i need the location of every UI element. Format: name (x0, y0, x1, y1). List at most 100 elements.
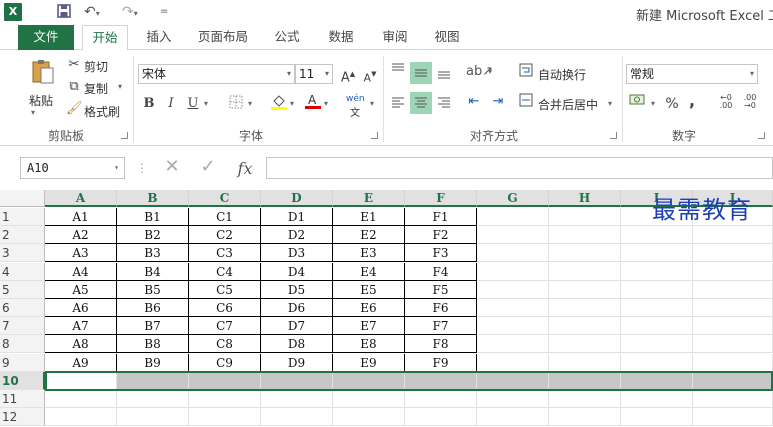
table-cell[interactable] (405, 371, 477, 390)
percent-button[interactable]: % (664, 95, 680, 113)
copy-icon[interactable]: ⧉ (66, 78, 82, 96)
table-cell[interactable] (621, 335, 693, 354)
table-cell[interactable]: E8 (333, 335, 405, 354)
table-cell[interactable]: F9 (405, 353, 477, 372)
bold-button[interactable]: B (142, 95, 156, 113)
table-cell[interactable]: F3 (405, 244, 477, 263)
table-cell[interactable] (477, 226, 549, 245)
table-cell[interactable] (693, 226, 773, 245)
table-cell[interactable]: A7 (45, 317, 117, 336)
increase-indent-icon[interactable]: ⇥ (488, 93, 508, 111)
table-cell[interactable]: D5 (261, 280, 333, 299)
column-header-e[interactable]: E (333, 190, 405, 207)
phonetic-icon[interactable]: wén (346, 94, 365, 104)
select-all-corner[interactable] (0, 190, 45, 207)
table-cell[interactable] (405, 408, 477, 427)
table-cell[interactable]: A6 (45, 299, 117, 317)
table-cell[interactable]: E1 (333, 208, 405, 226)
table-cell[interactable]: C8 (189, 335, 261, 354)
table-cell[interactable]: E4 (333, 262, 405, 281)
format-painter-icon[interactable]: 🖌 (66, 100, 83, 118)
table-cell[interactable] (621, 353, 693, 372)
table-cell[interactable]: D4 (261, 262, 333, 281)
copy-label[interactable]: 复制 (84, 80, 108, 97)
row-header[interactable]: 4 (0, 262, 45, 281)
border-dropdown-icon[interactable]: ▾ (248, 99, 252, 108)
font-name-select[interactable]: 宋体 ▾ (138, 64, 295, 84)
table-cell[interactable] (621, 408, 693, 427)
row-header[interactable]: 10 (0, 371, 45, 390)
column-header-c[interactable]: C (189, 190, 261, 207)
table-cell[interactable] (477, 280, 549, 299)
tab-data[interactable]: 数据 (322, 25, 360, 50)
cut-label[interactable]: 剪切 (84, 58, 108, 75)
underline-button[interactable]: U (186, 95, 200, 113)
decrease-font-icon[interactable]: A▼ (362, 65, 378, 87)
table-cell[interactable] (621, 371, 693, 390)
align-right-icon[interactable] (434, 92, 454, 114)
table-cell[interactable]: B5 (117, 280, 189, 299)
table-cell[interactable]: A8 (45, 335, 117, 354)
table-cell[interactable]: A2 (45, 226, 117, 245)
table-cell[interactable] (693, 335, 773, 354)
table-cell[interactable] (621, 280, 693, 299)
font-size-select[interactable]: 11 ▾ (295, 64, 333, 84)
table-cell[interactable] (693, 353, 773, 372)
table-cell[interactable]: B2 (117, 226, 189, 245)
phonetic-dropdown-icon[interactable]: ▾ (370, 99, 374, 108)
row-header[interactable]: 1 (0, 208, 45, 226)
table-cell[interactable] (189, 371, 261, 390)
table-cell[interactable] (549, 408, 621, 427)
table-cell[interactable] (333, 390, 405, 408)
tab-home[interactable]: 开始 (82, 25, 128, 51)
table-cell[interactable] (693, 408, 773, 427)
table-cell[interactable] (549, 280, 621, 299)
table-cell[interactable] (189, 408, 261, 427)
row-header[interactable]: 12 (0, 408, 45, 427)
number-launcher-icon[interactable] (758, 132, 765, 139)
table-cell[interactable]: F6 (405, 299, 477, 317)
table-cell[interactable]: B1 (117, 208, 189, 226)
table-cell[interactable] (621, 317, 693, 336)
fill-color-dropdown-icon[interactable]: ▾ (290, 99, 294, 108)
copy-dropdown-icon[interactable]: ▾ (118, 82, 122, 91)
cancel-icon[interactable]: ✕ (160, 158, 184, 176)
table-cell[interactable] (621, 299, 693, 317)
table-cell[interactable]: F7 (405, 317, 477, 336)
align-bottom-icon[interactable] (434, 62, 454, 84)
table-cell[interactable]: D7 (261, 317, 333, 336)
table-cell[interactable] (477, 408, 549, 427)
font-launcher-icon[interactable] (371, 132, 378, 139)
decrease-indent-icon[interactable]: ⇤ (464, 93, 484, 111)
paste-icon[interactable] (28, 58, 58, 86)
table-cell[interactable] (549, 335, 621, 354)
table-cell[interactable] (549, 353, 621, 372)
table-cell[interactable] (477, 299, 549, 317)
table-cell[interactable] (477, 353, 549, 372)
currency-dropdown-icon[interactable]: ▾ (651, 99, 655, 108)
table-cell[interactable] (693, 390, 773, 408)
table-cell[interactable]: A4 (45, 262, 117, 281)
currency-icon[interactable] (628, 93, 648, 113)
align-left-icon[interactable] (388, 92, 408, 114)
table-cell[interactable] (45, 390, 117, 408)
table-cell[interactable]: B7 (117, 317, 189, 336)
table-cell[interactable] (549, 226, 621, 245)
table-cell[interactable]: D2 (261, 226, 333, 245)
table-cell[interactable]: D3 (261, 244, 333, 263)
table-cell[interactable] (477, 390, 549, 408)
table-cell[interactable] (693, 262, 773, 281)
fill-color-icon[interactable] (270, 93, 288, 117)
table-cell[interactable]: C6 (189, 299, 261, 317)
orientation-icon[interactable]: ab↗ (466, 63, 493, 81)
redo-icon[interactable]: ↷▾ (122, 3, 138, 23)
increase-font-icon[interactable]: A▲ (340, 65, 356, 87)
border-icon[interactable] (228, 95, 244, 115)
row-header[interactable]: 5 (0, 280, 45, 299)
column-header-d[interactable]: D (261, 190, 333, 207)
table-cell[interactable] (333, 408, 405, 427)
table-cell[interactable] (693, 280, 773, 299)
format-painter-label[interactable]: 格式刷 (84, 103, 120, 120)
merge-dropdown-icon[interactable]: ▾ (608, 99, 612, 108)
table-cell[interactable] (261, 371, 333, 390)
